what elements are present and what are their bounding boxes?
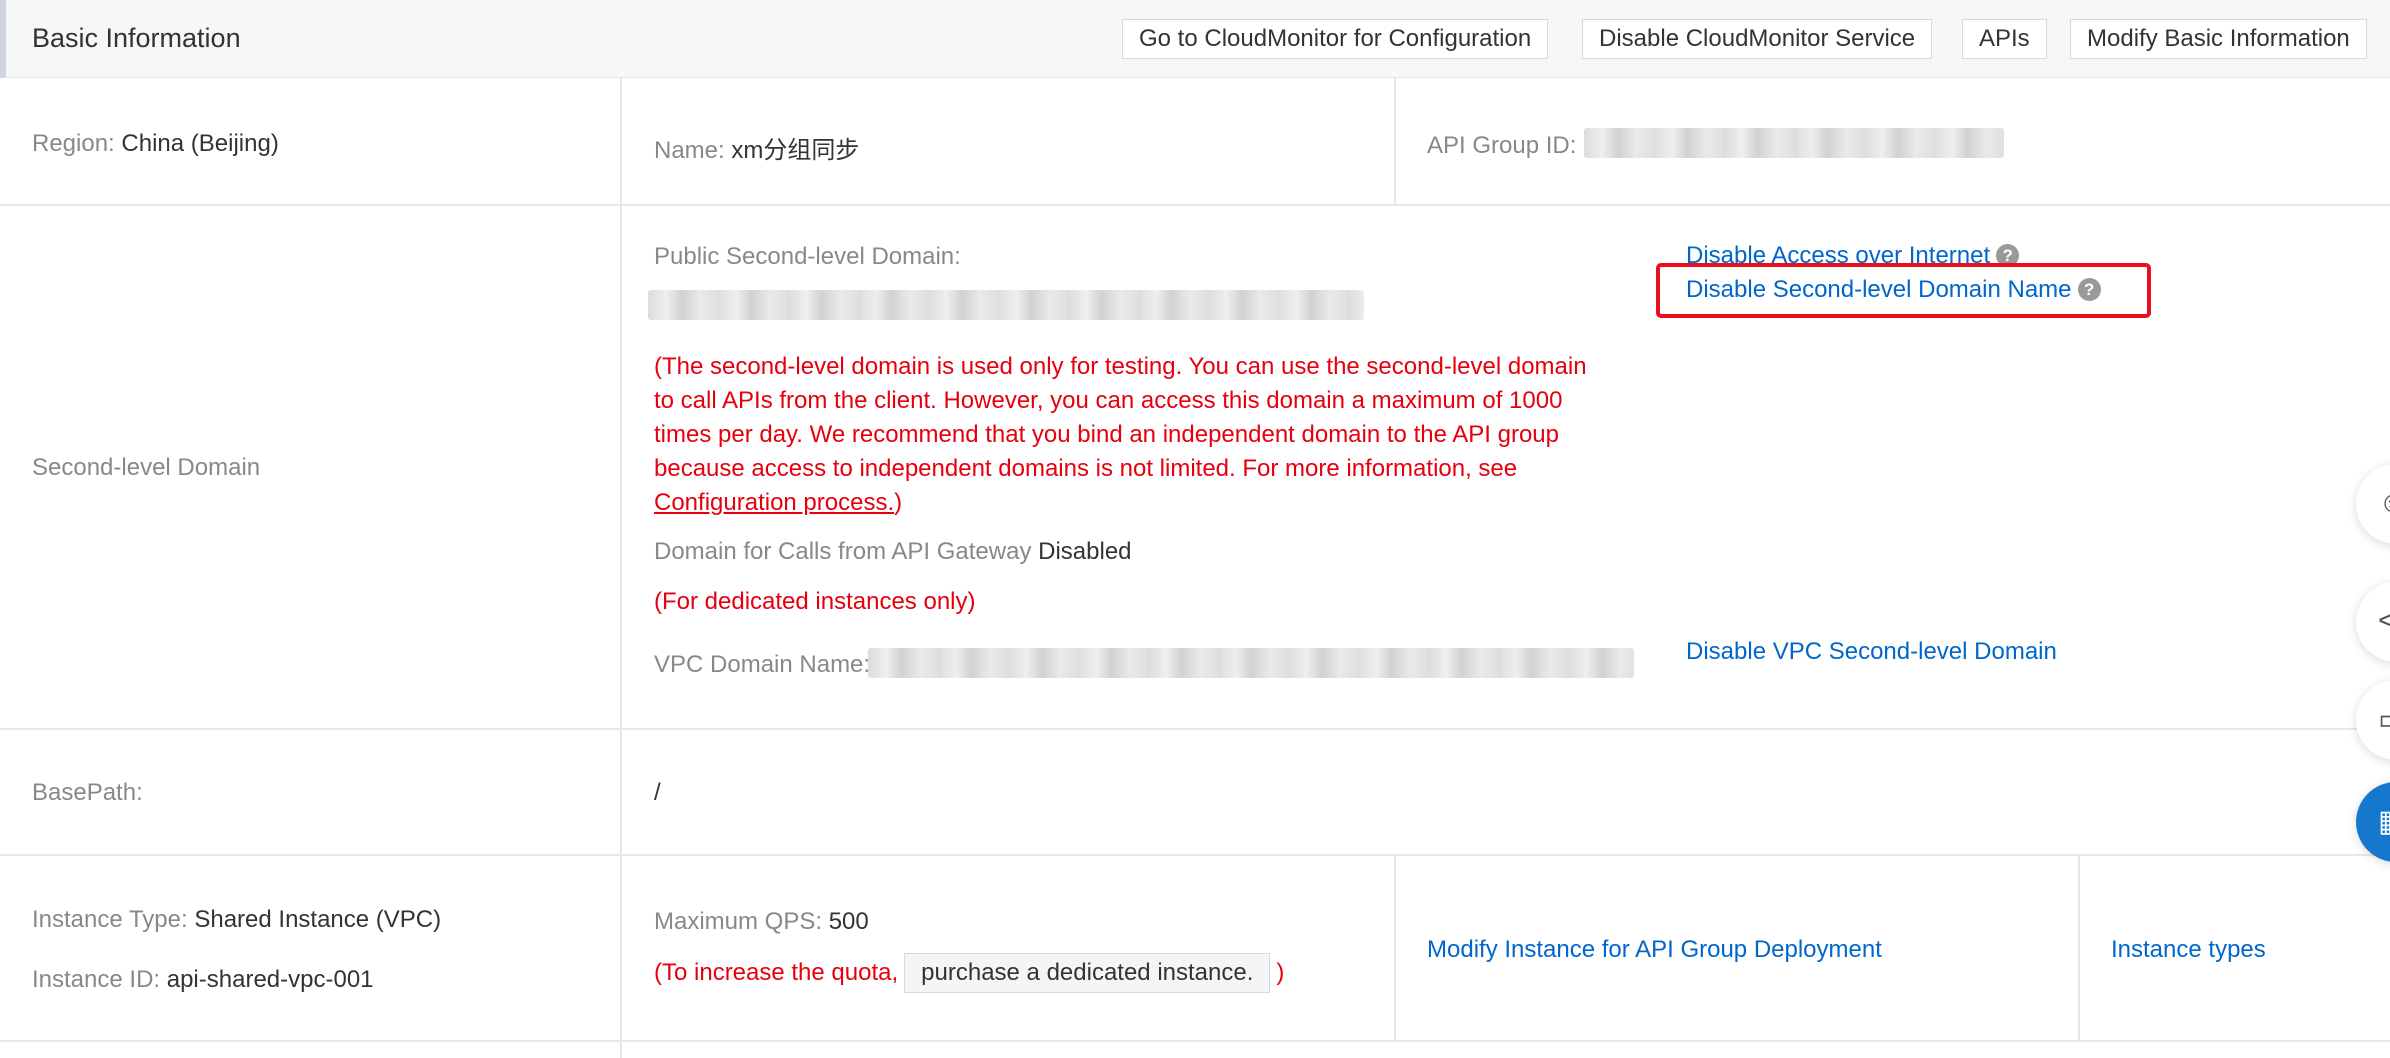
document-icon[interactable]: ▭ bbox=[2356, 680, 2390, 760]
name-value: xm分组同步 bbox=[731, 137, 860, 164]
quota-note-prefix: (To increase the quota, bbox=[654, 959, 899, 986]
quota-note: (To increase the quota, purchase a dedica… bbox=[654, 953, 1284, 993]
instance-id-label: Instance ID: bbox=[32, 966, 161, 993]
note-text: (The second-level domain is used only fo… bbox=[654, 353, 1587, 482]
share-icon[interactable]: < bbox=[2356, 582, 2390, 662]
public-domain-redacted bbox=[648, 290, 1364, 320]
gateway-domain-field: Domain for Calls from API Gateway Disabl… bbox=[654, 538, 1132, 566]
instance-type-label: Instance Type: bbox=[32, 906, 188, 933]
name-label: Name: bbox=[654, 137, 725, 164]
region-field: Region: China (Beijing) bbox=[32, 130, 279, 158]
max-qps-field: Maximum QPS: 500 bbox=[654, 908, 869, 936]
modify-deployment-instance-link[interactable]: Modify Instance for API Group Deployment bbox=[1427, 936, 1882, 964]
apps-grid-icon[interactable]: ▦ bbox=[2356, 782, 2390, 862]
public-domain-label: Public Second-level Domain: bbox=[654, 243, 961, 270]
second-level-domain-label: Second-level Domain bbox=[32, 454, 261, 481]
column-divider bbox=[1394, 78, 1396, 204]
configuration-process-link[interactable]: Configuration process. bbox=[654, 489, 894, 516]
basic-information-header: Basic Information Go to CloudMonitor for… bbox=[0, 0, 2390, 78]
instance-types-link[interactable]: Instance types bbox=[2111, 936, 2266, 964]
highlight-box bbox=[1656, 263, 2151, 318]
row-divider bbox=[0, 854, 2390, 856]
region-value: China (Beijing) bbox=[121, 130, 279, 157]
cloudmonitor-config-button[interactable]: Go to CloudMonitor for Configuration bbox=[1122, 19, 1549, 59]
gateway-domain-label: Domain for Calls from API Gateway bbox=[654, 538, 1032, 565]
section-title: Basic Information bbox=[32, 23, 241, 53]
second-level-domain-note: (The second-level domain is used only fo… bbox=[654, 350, 1594, 520]
dedicated-instances-note: (For dedicated instances only) bbox=[654, 588, 976, 615]
disable-cloudmonitor-button[interactable]: Disable CloudMonitor Service bbox=[1582, 19, 1933, 59]
instance-id-value: api-shared-vpc-001 bbox=[166, 966, 374, 993]
name-field: Name: xm分组同步 bbox=[654, 130, 859, 165]
note-close: ) bbox=[894, 489, 903, 516]
instance-type-value: Shared Instance (VPC) bbox=[194, 906, 442, 933]
row-divider bbox=[0, 204, 2390, 206]
row-divider bbox=[0, 728, 2390, 730]
column-divider bbox=[620, 78, 622, 1058]
api-group-id-field: API Group ID: bbox=[1427, 132, 1576, 160]
vpc-domain-label: VPC Domain Name: bbox=[654, 651, 871, 678]
region-label: Region: bbox=[32, 130, 115, 157]
api-group-id-redacted bbox=[1584, 128, 2004, 158]
gateway-domain-value: Disabled bbox=[1038, 538, 1132, 565]
vpc-domain-redacted bbox=[868, 648, 1634, 678]
column-divider bbox=[1394, 854, 1396, 1040]
instance-id-field: Instance ID: api-shared-vpc-001 bbox=[32, 966, 374, 994]
max-qps-value: 500 bbox=[828, 908, 869, 935]
basepath-label: BasePath: bbox=[32, 779, 143, 806]
chat-icon[interactable]: ☺ bbox=[2356, 464, 2390, 544]
row-divider bbox=[0, 1040, 2390, 1042]
modify-basic-info-button[interactable]: Modify Basic Information bbox=[2070, 19, 2367, 59]
apis-button[interactable]: APIs bbox=[1962, 19, 2047, 59]
instance-type-field: Instance Type: Shared Instance (VPC) bbox=[32, 906, 441, 934]
disable-vpc-domain-link[interactable]: Disable VPC Second-level Domain bbox=[1686, 638, 2057, 666]
api-group-id-label: API Group ID: bbox=[1427, 132, 1577, 159]
purchase-dedicated-instance-button[interactable]: purchase a dedicated instance. bbox=[904, 953, 1271, 993]
column-divider bbox=[2078, 854, 2080, 1040]
basepath-value: / bbox=[654, 779, 661, 806]
quota-note-suffix: ) bbox=[1276, 959, 1285, 986]
max-qps-label: Maximum QPS: bbox=[654, 908, 823, 935]
